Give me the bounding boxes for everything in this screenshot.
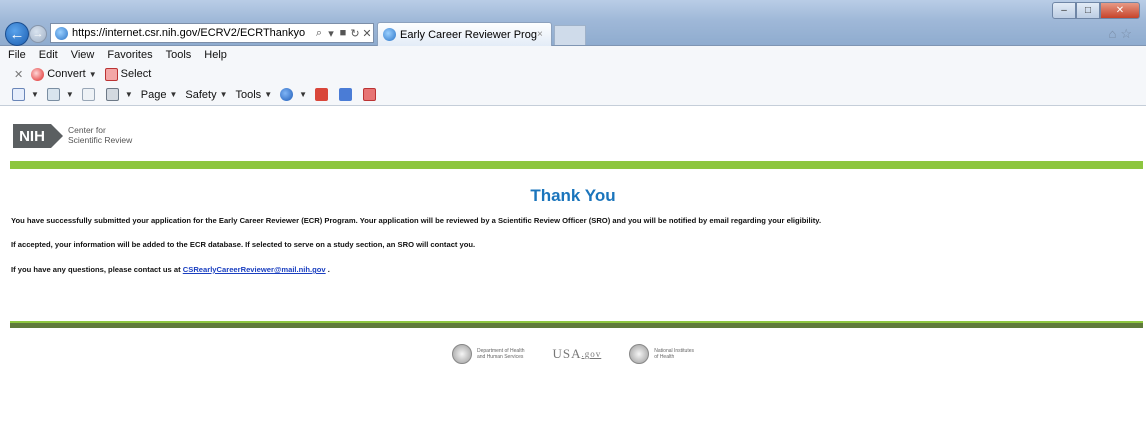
tab-close-icon[interactable]: × [537, 29, 551, 40]
nih-logo-arrow [51, 124, 63, 148]
chevron-down-icon: ▼ [88, 69, 97, 79]
menu-bar: File Edit View Favorites Tools Help [0, 46, 1146, 64]
mail-button[interactable] [81, 88, 98, 101]
tools-menu-label: Tools [235, 88, 262, 101]
back-button[interactable]: ← [5, 22, 29, 46]
convert-button[interactable]: Convert ▼ [31, 67, 97, 81]
pdf-toolbar: ✕ Convert ▼ Select [0, 64, 1146, 84]
contact-suffix: . [325, 265, 330, 274]
extension-button-3[interactable] [363, 88, 379, 101]
org-name-line2: Scientific Review [68, 135, 133, 145]
page-content: NIH Center for Scientific Review Thank Y… [0, 106, 1146, 439]
dropdown-icon[interactable]: ▾ [325, 27, 337, 40]
close-window-button[interactable]: ✕ [1100, 2, 1140, 19]
extension-button-1[interactable] [315, 88, 331, 101]
window-controls: – □ ✕ [1052, 2, 1140, 19]
tab-ie-icon [383, 28, 396, 41]
org-name-line1: Center for [68, 125, 106, 135]
extension-button-2[interactable] [339, 88, 355, 101]
close-toolbar-icon[interactable]: ✕ [14, 68, 23, 81]
command-bar: ▼ ▼ ▼ Page ▼ Safety ▼ Tools ▼ ▼ [0, 84, 1146, 106]
refresh-icon[interactable]: ↻ [349, 27, 361, 40]
acceptance-message: If accepted, your information will be ad… [11, 240, 476, 249]
stop-icon[interactable]: ✕ [361, 27, 373, 40]
page-title: Thank You [530, 186, 616, 205]
forward-arrow-icon: → [32, 28, 44, 40]
menu-help[interactable]: Help [204, 49, 227, 61]
lock-icon[interactable]: ■ [337, 27, 349, 39]
menu-favorites[interactable]: Favorites [107, 49, 152, 61]
chevron-down-icon: ▼ [264, 90, 273, 99]
browser-tab-active[interactable]: Early Career Reviewer Progr... × [377, 22, 552, 46]
usa-gov-logo-link[interactable]: USA .gov [553, 346, 602, 362]
usa-gov-suffix: .gov [581, 349, 602, 359]
home-icon[interactable]: ⌂ [1108, 26, 1120, 41]
hhs-logo-link[interactable]: Department of Health and Human Services [451, 344, 525, 364]
select-icon [104, 67, 118, 81]
nih-seal-icon [629, 344, 650, 364]
chevron-down-icon: ▼ [169, 90, 178, 99]
tools-menu-button[interactable]: Tools ▼ [236, 89, 273, 101]
org-name: Center for Scientific Review [68, 125, 132, 145]
page-menu-button[interactable]: Page ▼ [141, 89, 178, 101]
print-icon [105, 88, 119, 101]
convert-icon [31, 67, 45, 81]
address-bar[interactable]: https://internet.csr.nih.gov/ECRV2/ECRTh… [50, 23, 374, 43]
feeds-button[interactable]: ▼ [46, 88, 74, 101]
chevron-down-icon: ▼ [31, 90, 39, 99]
mail-icon [81, 88, 95, 101]
browser-titlebar: ← → https://internet.csr.nih.gov/ECRV2/E… [0, 0, 1146, 46]
header-divider [10, 161, 1143, 169]
nih-footer-logo-link[interactable]: National Institutes of Health [629, 344, 694, 364]
back-arrow-icon: ← [9, 25, 25, 43]
hhs-seal-icon [451, 344, 472, 364]
convert-label: Convert [47, 68, 86, 80]
page-menu-label: Page [140, 88, 167, 101]
select-label: Select [120, 68, 152, 80]
safety-menu-button[interactable]: Safety ▼ [185, 89, 227, 101]
chevron-down-icon: ▼ [65, 90, 74, 99]
chevron-down-icon: ▼ [124, 90, 133, 99]
maximize-button[interactable]: □ [1076, 2, 1100, 19]
tab-title: Early Career Reviewer Progr... [400, 28, 537, 41]
menu-edit[interactable]: Edit [39, 49, 58, 61]
home-icon [12, 88, 25, 101]
safety-menu-label: Safety [185, 88, 217, 101]
url-text[interactable]: https://internet.csr.nih.gov/ECRV2/ECRTh… [72, 27, 313, 39]
extension-icon [363, 88, 377, 101]
search-icon[interactable]: ⌕ [313, 27, 325, 40]
home-button[interactable]: ▼ [12, 88, 39, 101]
menu-tools[interactable]: Tools [166, 49, 192, 61]
chevron-down-icon: ▼ [219, 90, 228, 99]
nih-logo[interactable]: NIH [13, 124, 51, 148]
confirmation-message: You have successfully submitted your app… [11, 216, 822, 225]
select-button[interactable]: Select [104, 67, 152, 81]
menu-file[interactable]: File [8, 49, 26, 61]
print-button[interactable]: ▼ [105, 88, 133, 101]
contact-prefix: If you have any questions, please contac… [11, 265, 183, 274]
browser-right-icons: ⌂☆ [1108, 26, 1136, 42]
forward-button[interactable]: → [29, 25, 47, 43]
help-button[interactable]: ▼ [280, 88, 307, 101]
usa-text: USA [552, 346, 582, 361]
nih-footer-text: National Institutes of Health [654, 348, 695, 360]
new-tab-button[interactable] [554, 25, 586, 45]
contact-email-link[interactable]: CSRearlyCareerReviewer@mail.nih.gov [183, 265, 326, 274]
ie-page-icon [55, 26, 68, 40]
hhs-logo-text: Department of Health and Human Services [476, 348, 525, 360]
minimize-button[interactable]: – [1052, 2, 1076, 19]
contact-message: If you have any questions, please contac… [11, 265, 330, 274]
extension-icon [339, 88, 353, 101]
feed-icon [46, 88, 60, 101]
footer-logos: Department of Health and Human Services … [0, 344, 1146, 364]
menu-view[interactable]: View [71, 49, 95, 61]
help-icon [280, 88, 294, 101]
favorites-star-icon[interactable]: ☆ [1120, 26, 1136, 41]
chevron-down-icon: ▼ [299, 90, 308, 99]
extension-icon [315, 88, 329, 101]
footer-divider [10, 321, 1143, 328]
